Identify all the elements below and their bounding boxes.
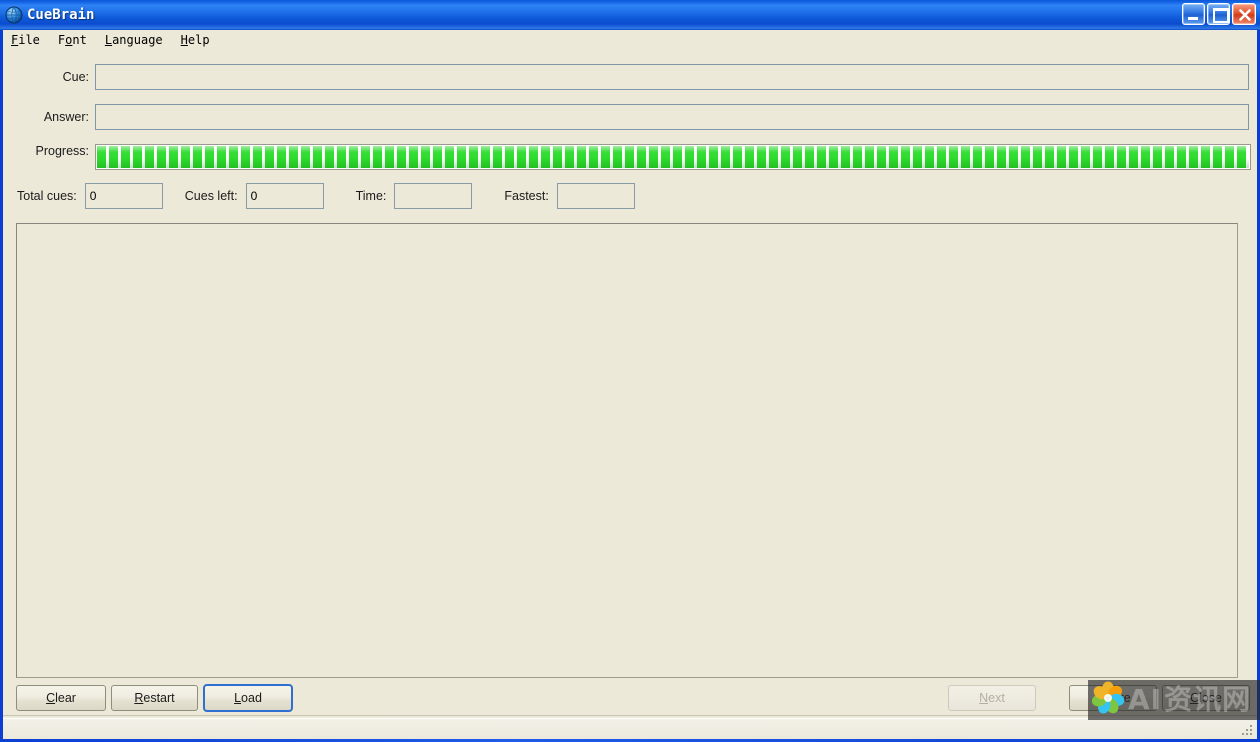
menu-bar[interactable]: FFileile Font Language Help (3, 30, 1257, 50)
answer-label: Answer: (43, 110, 89, 124)
stats-row: Total cues: Cues left: Time: Fastest: (17, 183, 635, 209)
restart-button[interactable]: Restart (111, 685, 198, 711)
time-input[interactable] (394, 183, 473, 209)
status-bar (3, 715, 1257, 739)
menu-item-font[interactable]: Font (56, 32, 96, 48)
time-label: Time: (355, 189, 387, 203)
total-cues-input[interactable] (84, 183, 163, 209)
fastest-label: Fastest: (504, 189, 549, 203)
clear-button[interactable]: Clear (16, 685, 106, 711)
resize-grip-icon[interactable] (1240, 723, 1254, 737)
cues-left-input[interactable] (245, 183, 324, 209)
client-area: Cue: Answer: Progress: Total cues: Cues … (3, 50, 1257, 715)
globe-icon (5, 6, 23, 24)
minimize-button[interactable] (1182, 3, 1205, 25)
progress-bar (95, 144, 1251, 170)
output-panel[interactable] (16, 223, 1238, 678)
cues-left-label: Cues left: (184, 189, 238, 203)
close-button[interactable]: Close (1162, 685, 1250, 711)
answer-input[interactable] (95, 104, 1249, 130)
cue-row: Cue: (3, 64, 1251, 90)
load-button[interactable]: Load (203, 684, 293, 712)
application-window: CueBrain FFileile Font Language Help Cue… (0, 0, 1260, 742)
answer-row: Answer: (3, 104, 1251, 130)
next-button[interactable]: Next (948, 685, 1036, 711)
title-bar[interactable]: CueBrain (0, 0, 1260, 30)
cue-label: Cue: (62, 70, 89, 84)
output-text (17, 224, 1237, 236)
maximize-button[interactable] (1207, 3, 1230, 25)
ignore-button[interactable]: Ignore (1069, 685, 1157, 711)
fastest-input[interactable] (556, 183, 635, 209)
menu-item-language[interactable]: Language (103, 32, 172, 48)
close-icon (1239, 9, 1251, 21)
cue-input[interactable] (95, 64, 1249, 90)
menu-item-file[interactable]: FFileile (9, 32, 49, 48)
menu-item-help[interactable]: Help (179, 32, 219, 48)
total-cues-label: Total cues: (17, 189, 77, 203)
progress-label: Progress: (35, 144, 90, 158)
status-bar-inner (3, 718, 1257, 738)
window-title: CueBrain (27, 7, 95, 23)
close-window-button[interactable] (1232, 3, 1256, 25)
progress-bar-fill (97, 146, 1249, 168)
window-controls[interactable] (1182, 3, 1256, 25)
